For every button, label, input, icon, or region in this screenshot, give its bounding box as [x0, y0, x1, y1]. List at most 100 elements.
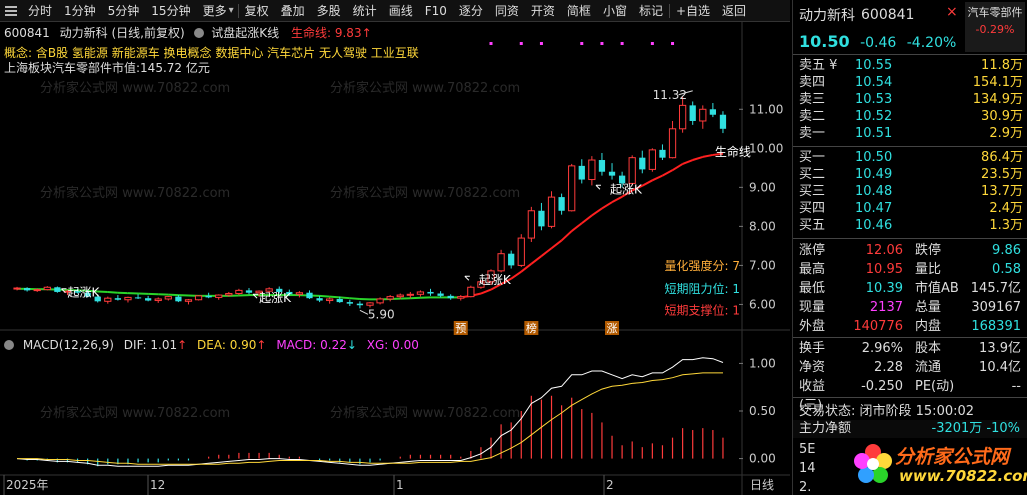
kline-chart-area[interactable]: 11.00 10.00 9.00 8.00 7.00 6.00 11.32 5.90 生命线 起涨… [0, 22, 790, 495]
btn-same[interactable]: 同资 [489, 0, 525, 22]
btn-open[interactable]: 开资 [525, 0, 561, 22]
close-icon[interactable]: × [946, 4, 958, 20]
main-net-value: -3201万 -10% [931, 421, 1021, 436]
logo-text: 分析家公式网 [895, 446, 1010, 468]
btn-f10[interactable]: F10 [419, 0, 453, 22]
order-volume: 2.9万 [989, 126, 1023, 141]
macd-axis-label: 0.00 [749, 452, 776, 466]
btn-fuquan[interactable]: 复权 [239, 0, 275, 22]
candle [497, 253, 505, 272]
order-book-row[interactable]: 买三 10.48 13.7万 [793, 183, 1027, 200]
order-price: 10.46 [855, 218, 893, 233]
life-line-segment [349, 297, 360, 300]
ask-book: 卖五 ¥ 10.55 11.8万 卖四 10.54 154.1万 卖三 10.53 134.9万… [793, 57, 1027, 142]
indicator-toggle-icon[interactable] [194, 28, 205, 38]
divider [793, 337, 1027, 338]
life-line-segment [329, 295, 340, 299]
order-price: 10.50 [855, 150, 893, 165]
strength-score: 量化强度分: 7 [665, 258, 741, 273]
macd-toggle-icon[interactable] [4, 340, 14, 350]
order-book-row[interactable]: 卖四 10.54 154.1万 [793, 74, 1027, 91]
order-level: 卖四 [799, 75, 826, 90]
btn-multi[interactable]: 多股 [311, 0, 347, 22]
chart-toolbar: 分时 1分钟 5分钟 15分钟 更多 ▾ 复权 叠加 多股 统计 画线 F10 逐分 同资 开资 简框 小窗 标记… [0, 0, 790, 22]
life-line-segment [682, 159, 694, 165]
sector-change: -0.29% [975, 23, 1015, 36]
btn-overlay[interactable]: 叠加 [275, 0, 311, 22]
candle [245, 290, 253, 293]
candle [194, 295, 203, 301]
candle [659, 149, 666, 158]
stat-label: 流通 [915, 360, 942, 375]
candle [336, 298, 343, 303]
order-price: 10.52 [855, 109, 893, 124]
price-axis-label: 10.00 [749, 141, 783, 155]
order-volume: 23.5万 [981, 167, 1023, 182]
tab-5min[interactable]: 5分钟 [102, 0, 146, 22]
stat-row: 最高 10.95 量比 0.58 [793, 260, 1027, 279]
btn-back[interactable]: 返回 [716, 0, 752, 22]
candle [578, 165, 585, 180]
menu-icon[interactable] [0, 0, 22, 22]
arrow-icon [359, 309, 369, 315]
candle [668, 128, 677, 159]
stat-label: 量比 [915, 262, 942, 277]
candle [628, 157, 636, 184]
order-volume: 11.8万 [981, 58, 1023, 73]
order-book-row[interactable]: 卖五 ¥ 10.55 11.8万 [793, 57, 1027, 74]
tab-15min[interactable]: 15分钟 [145, 0, 196, 22]
candle [184, 299, 193, 302]
life-line-segment [641, 179, 653, 187]
sector-tag[interactable]: 汽车零部件 -0.29% [965, 2, 1025, 52]
divider [793, 397, 1027, 398]
order-book-row[interactable]: 买四 10.47 2.4万 [793, 200, 1027, 217]
kline-svg[interactable]: 11.0010.009.008.007.006.0011.325.90生命线起涨… [0, 22, 790, 495]
candle [356, 303, 364, 306]
order-volume: 1.3万 [989, 218, 1023, 233]
stat-label: 市值AB [915, 281, 959, 296]
order-book-row[interactable]: 卖一 10.51 2.9万 [793, 125, 1027, 142]
order-book-row[interactable]: 买五 10.46 1.3万 [793, 217, 1027, 234]
order-volume: 154.1万 [972, 75, 1023, 90]
btn-tick[interactable]: 逐分 [453, 0, 489, 22]
tab-fenshi[interactable]: 分时 [22, 0, 58, 22]
candle [124, 296, 132, 301]
order-price: 10.48 [855, 184, 893, 199]
order-book-row[interactable]: 买一 10.50 86.4万 [793, 149, 1027, 166]
candle [54, 287, 61, 292]
stat-label: 股本 [915, 341, 942, 356]
btn-stats[interactable]: 统计 [347, 0, 383, 22]
candle [134, 297, 142, 299]
dea-line [17, 372, 723, 465]
indicator-name[interactable]: 试盘起涨K线 [211, 26, 279, 40]
candle [719, 114, 727, 129]
tab-more[interactable]: 更多 [197, 0, 233, 22]
life-line-segment [550, 239, 563, 250]
btn-simple[interactable]: 简框 [561, 0, 597, 22]
macd-header: MACD(12,26,9) DIF: 1.01↑ DEA: 0.90↑ MACD… [4, 338, 419, 352]
tab-1min[interactable]: 1分钟 [58, 0, 102, 22]
candle [547, 196, 556, 227]
btn-mark[interactable]: 标记 [633, 0, 669, 22]
order-book-row[interactable]: 卖二 10.52 30.9万 [793, 108, 1027, 125]
btn-add-watch[interactable]: +自选 [670, 0, 716, 22]
stat-label: 收益(三) [799, 379, 826, 413]
rise-k-label: 起涨K [67, 285, 100, 300]
life-line-segment [571, 222, 583, 232]
life-line-segment [591, 207, 603, 217]
time-axis-label: 1 [396, 478, 404, 492]
order-book-row[interactable]: 卖三 10.53 134.9万 [793, 91, 1027, 108]
stat-label: 跌停 [915, 243, 942, 258]
btn-draw[interactable]: 画线 [383, 0, 419, 22]
order-book-row[interactable]: 买二 10.49 23.5万 [793, 166, 1027, 183]
life-line-segment [319, 294, 330, 298]
candle [13, 287, 21, 290]
candle [43, 286, 51, 291]
candle [205, 295, 212, 298]
candle [689, 105, 696, 121]
stock-name: 动力新科 [799, 8, 855, 24]
main-net-flow[interactable]: 主力净额 -3201万 -10% [793, 420, 1027, 438]
btn-small[interactable]: 小窗 [597, 0, 633, 22]
macd-name[interactable]: MACD(12,26,9) [23, 338, 114, 352]
candle [639, 157, 646, 170]
